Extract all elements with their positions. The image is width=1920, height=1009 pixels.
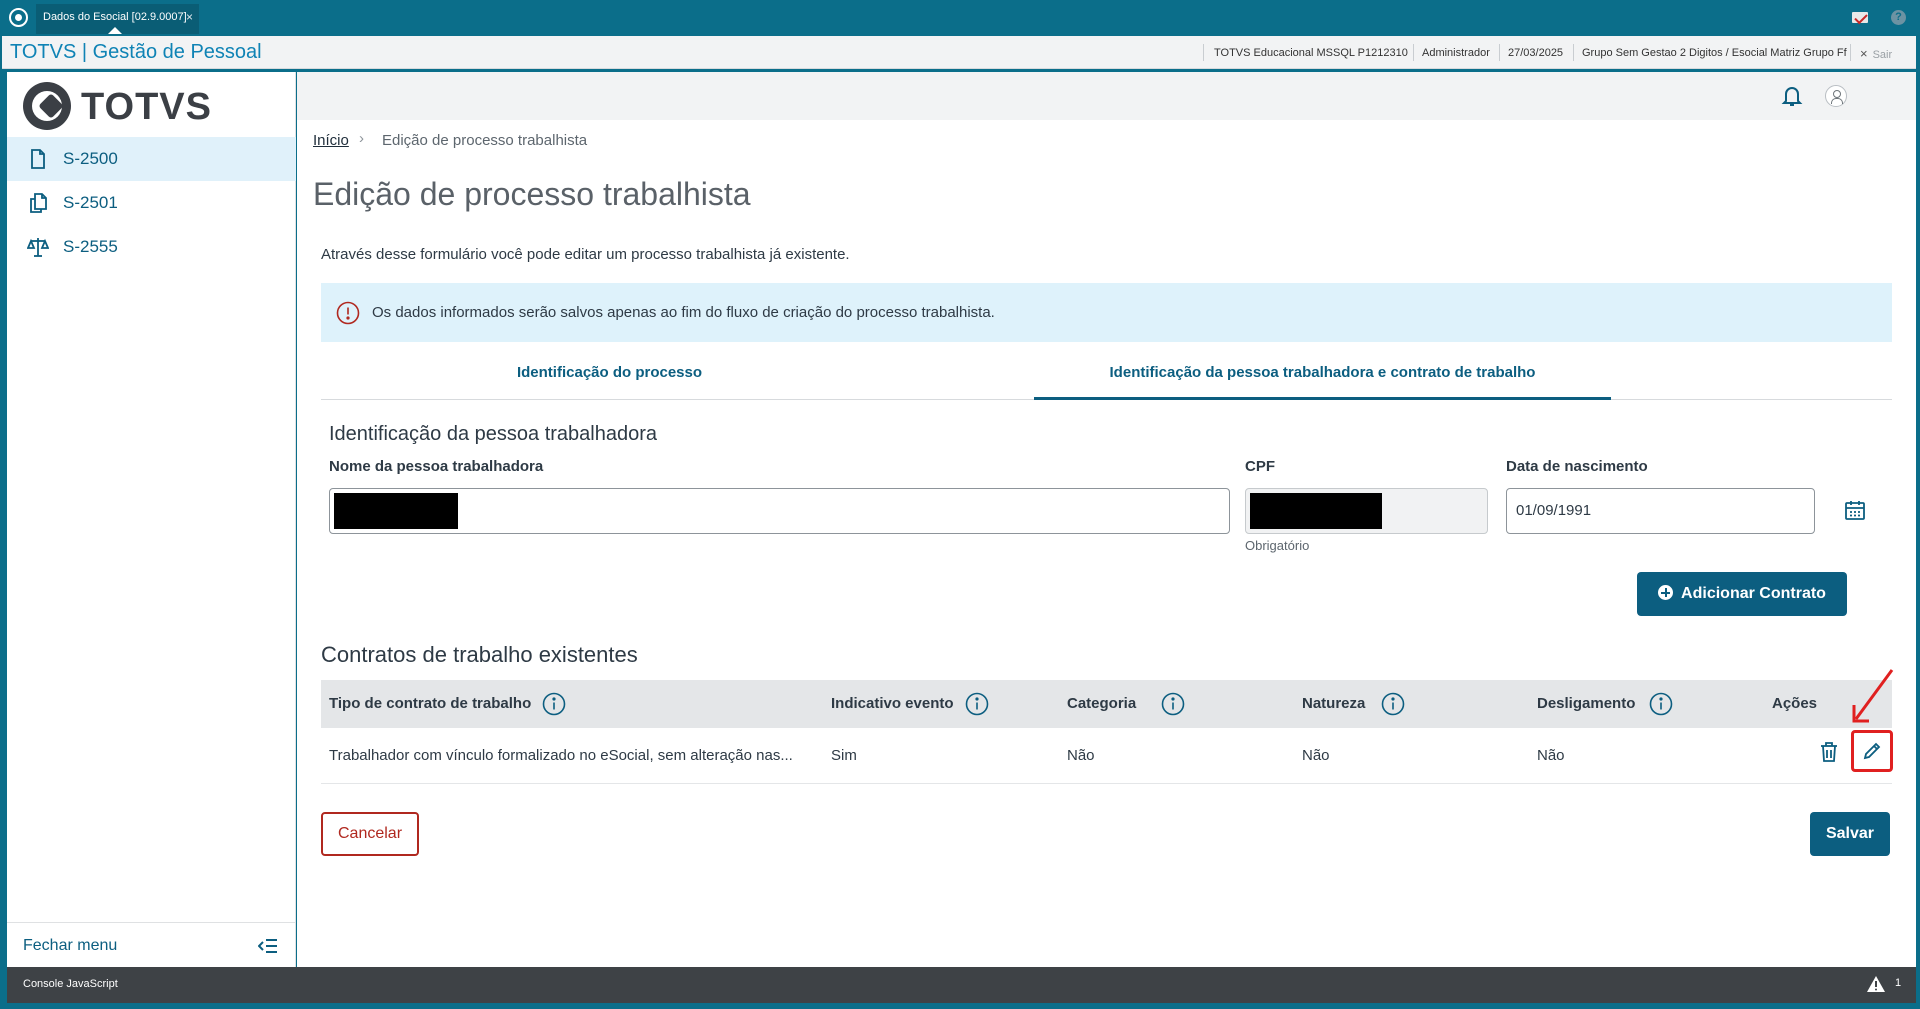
pencil-icon bbox=[1863, 742, 1881, 760]
scale-icon bbox=[27, 238, 49, 257]
category-cell: Não bbox=[1067, 747, 1095, 764]
breadcrumb-current: Edição de processo trabalhista bbox=[382, 132, 588, 149]
header-divider bbox=[1499, 44, 1500, 61]
redacted-block bbox=[334, 493, 458, 529]
column-header: Desligamento bbox=[1537, 695, 1636, 712]
nature-cell: Não bbox=[1302, 747, 1330, 764]
header-divider bbox=[1413, 44, 1414, 61]
window-titlebar: Dados do Esocial [02.9.0007] × ? bbox=[0, 0, 1920, 36]
column-header: Indicativo evento bbox=[831, 695, 954, 712]
close-menu-button[interactable]: Fechar menu bbox=[7, 922, 296, 967]
worker-name-input[interactable] bbox=[329, 488, 1230, 534]
info-icon[interactable] bbox=[1381, 692, 1405, 716]
column-header: Ações bbox=[1772, 695, 1818, 712]
header-divider bbox=[1850, 44, 1851, 61]
info-icon[interactable] bbox=[1649, 692, 1673, 716]
document-icon bbox=[31, 149, 45, 169]
info-notice: Os dados informados serão salvos apenas … bbox=[321, 283, 1892, 342]
column-header: Natureza bbox=[1302, 695, 1366, 712]
column-header: Categoria bbox=[1067, 695, 1137, 712]
window-tab[interactable]: Dados do Esocial [02.9.0007] × bbox=[36, 4, 199, 34]
sidebar-item-s2500[interactable]: S-2500 bbox=[7, 137, 296, 181]
trash-icon[interactable] bbox=[1819, 741, 1839, 763]
edit-contract-button[interactable] bbox=[1851, 730, 1893, 772]
sidebar-item-label: S-2501 bbox=[63, 193, 118, 212]
company-label: Grupo Sem Gestao 2 Digitos / Esocial Mat… bbox=[1582, 47, 1847, 59]
column-header: Tipo de contrato de trabalho bbox=[329, 695, 532, 712]
page-description: Através desse formulário você pode edita… bbox=[321, 246, 850, 263]
redacted-block bbox=[1250, 493, 1382, 529]
warning-icon[interactable] bbox=[1866, 975, 1886, 993]
worker-name-label: Nome da pessoa trabalhadora bbox=[329, 458, 544, 475]
sidebar-item-label: S-2555 bbox=[63, 237, 118, 256]
console-label[interactable]: Console JavaScript bbox=[23, 978, 118, 990]
add-circle-icon bbox=[1658, 585, 1674, 600]
add-contract-button[interactable]: Adicionar Contrato bbox=[1637, 572, 1847, 616]
app-title: TOTVS | Gestão de Pessoal bbox=[10, 41, 262, 63]
console-bar: Console JavaScript 1 bbox=[7, 967, 1916, 1003]
help-icon[interactable]: ? bbox=[1891, 10, 1906, 25]
save-button[interactable]: Salvar bbox=[1810, 812, 1890, 856]
cpf-label: CPF bbox=[1245, 458, 1275, 475]
info-icon[interactable] bbox=[965, 692, 989, 716]
birth-date-input[interactable]: 01/09/1991 bbox=[1506, 488, 1815, 534]
contracts-section-title: Contratos de trabalho existentes bbox=[321, 642, 638, 667]
event-indicator-cell: Sim bbox=[831, 747, 857, 764]
header-divider bbox=[1573, 44, 1574, 61]
sidebar: TOTVS S-2500 S-2501 S-2555 Fechar menu bbox=[7, 72, 296, 967]
close-icon: × bbox=[1860, 46, 1868, 61]
database-label: TOTVS Educacional MSSQL P1212310 bbox=[1214, 47, 1408, 59]
collapse-menu-icon bbox=[258, 939, 277, 953]
app-logo-icon bbox=[9, 8, 28, 27]
app-header: TOTVS | Gestão de Pessoal TOTVS Educacio… bbox=[2, 36, 1916, 69]
totvs-logo-icon bbox=[23, 82, 71, 130]
tab-worker-identification[interactable]: Identificação da pessoa trabalhadora e c… bbox=[1034, 352, 1611, 400]
warning-count: 1 bbox=[1895, 977, 1902, 989]
info-icon[interactable] bbox=[1161, 692, 1185, 716]
termination-cell: Não bbox=[1537, 747, 1565, 764]
worker-section-title: Identificação da pessoa trabalhadora bbox=[329, 423, 658, 445]
breadcrumb-chevron-icon: › bbox=[359, 130, 364, 147]
info-icon[interactable] bbox=[542, 692, 566, 716]
user-label: Administrador bbox=[1422, 47, 1490, 59]
close-tab-icon[interactable]: × bbox=[186, 4, 193, 30]
calendar-icon[interactable] bbox=[1844, 499, 1866, 521]
sidebar-item-label: S-2500 bbox=[63, 149, 118, 168]
user-avatar-icon[interactable] bbox=[1825, 85, 1847, 107]
date-label: 27/03/2025 bbox=[1508, 47, 1564, 59]
sidebar-item-s2555[interactable]: S-2555 bbox=[7, 225, 296, 269]
tab-bar: Identificação do processo Identificação … bbox=[321, 352, 1892, 400]
mail-icon[interactable] bbox=[1852, 12, 1868, 23]
tab-process-identification[interactable]: Identificação do processo bbox=[321, 352, 898, 400]
contract-type-cell: Trabalhador com vínculo formalizado no e… bbox=[329, 747, 793, 764]
notification-bell-icon[interactable] bbox=[1781, 84, 1803, 108]
page-title: Edição de processo trabalhista bbox=[313, 176, 751, 212]
documents-icon bbox=[30, 193, 47, 213]
brand-name: TOTVS bbox=[81, 86, 212, 128]
sidebar-item-s2501[interactable]: S-2501 bbox=[7, 181, 296, 225]
notice-text: Os dados informados serão salvos apenas … bbox=[372, 304, 995, 321]
table-header: Tipo de contrato de trabalho Indicativo … bbox=[321, 680, 1892, 728]
cancel-button[interactable]: Cancelar bbox=[321, 812, 419, 856]
main-content: Início › Edição de processo trabalhista … bbox=[297, 72, 1916, 967]
table-row: Trabalhador com vínculo formalizado no e… bbox=[321, 728, 1893, 784]
logout-button[interactable]: × Sair bbox=[1860, 46, 1892, 61]
annotation-arrow bbox=[1852, 669, 1894, 723]
logout-label: Sair bbox=[1872, 49, 1893, 61]
cpf-helper-text: Obrigatório bbox=[1245, 538, 1310, 553]
header-divider bbox=[1203, 44, 1204, 61]
birth-date-label: Data de nascimento bbox=[1506, 458, 1648, 475]
info-icon bbox=[336, 301, 360, 325]
window-tab-title: Dados do Esocial [02.9.0007] bbox=[43, 11, 187, 23]
close-menu-label: Fechar menu bbox=[23, 937, 118, 954]
add-contract-label: Adicionar Contrato bbox=[1681, 585, 1826, 602]
breadcrumb-home-link[interactable]: Início bbox=[313, 132, 349, 149]
main-toolbar bbox=[297, 72, 1916, 120]
cpf-input[interactable] bbox=[1245, 488, 1488, 534]
